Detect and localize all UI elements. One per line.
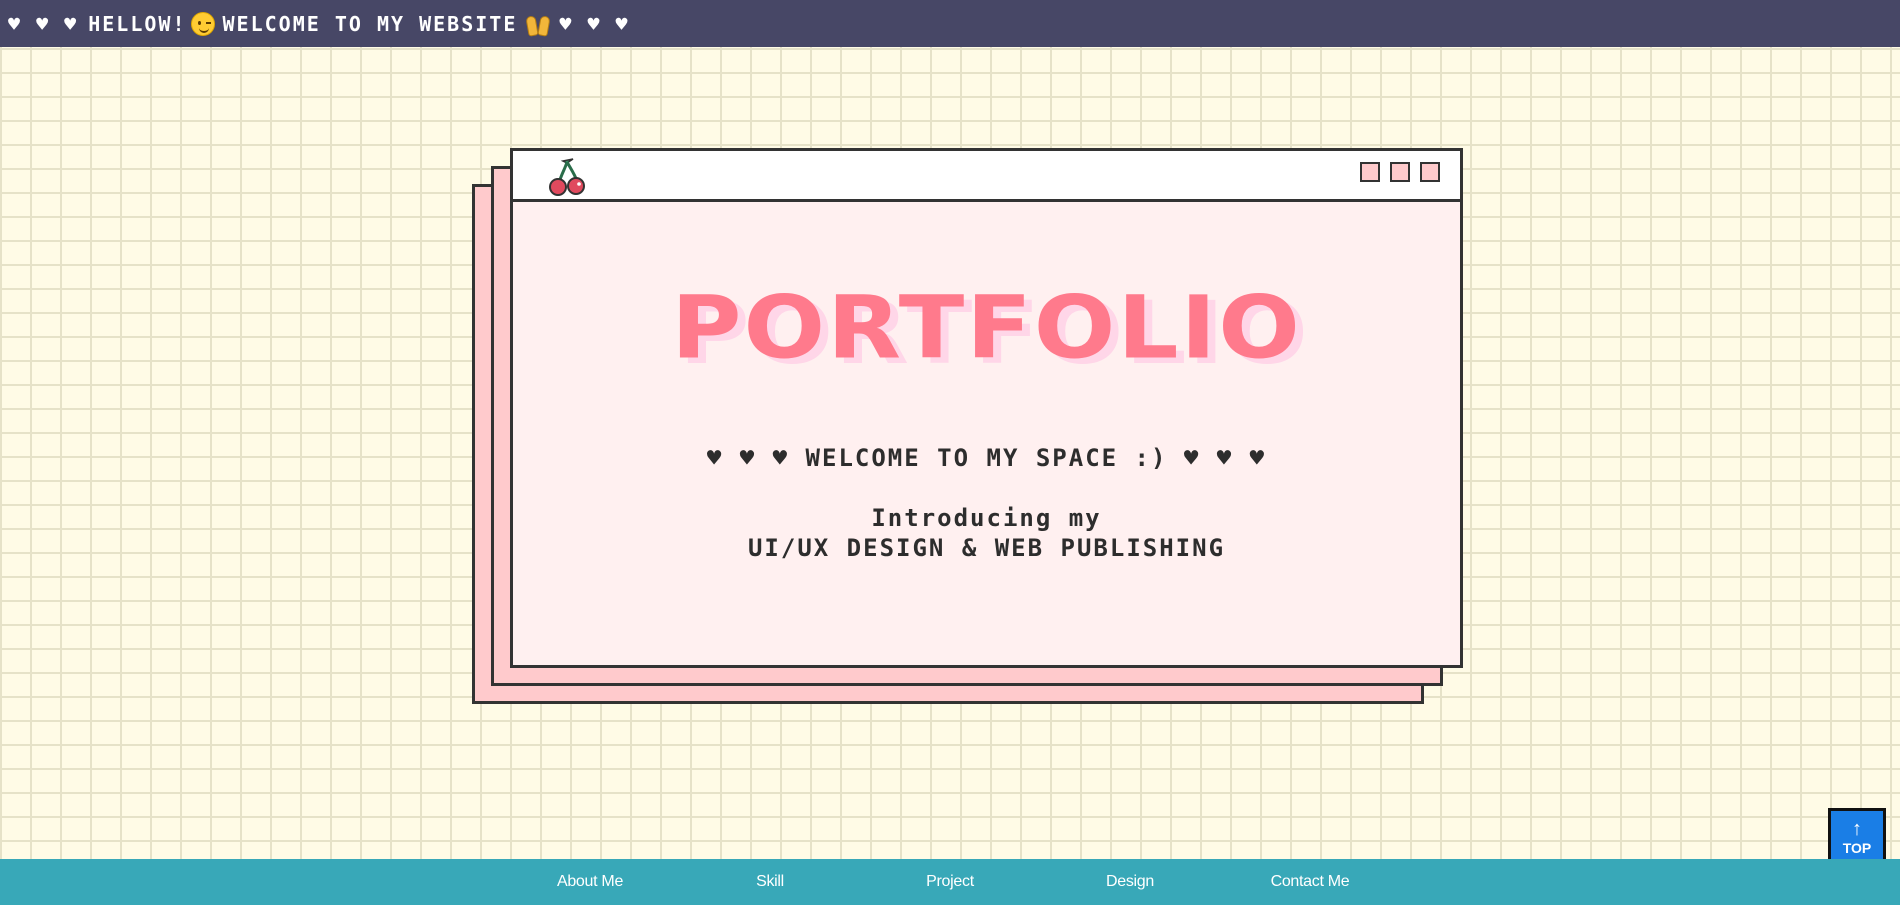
window-controls — [1360, 162, 1440, 182]
nav-item-design[interactable]: Design — [1040, 873, 1220, 891]
nav-item-contact-me[interactable]: Contact Me — [1220, 873, 1400, 891]
welcome-text: WELCOME TO MY WEBSITE — [222, 11, 518, 36]
greeting-text: HELLOW! — [88, 11, 187, 36]
maximize-button[interactable] — [1390, 162, 1410, 182]
nav-item-about-me[interactable]: About Me — [500, 873, 680, 891]
close-button[interactable] — [1420, 162, 1440, 182]
winking-face-icon — [190, 11, 215, 36]
raising-hands-icon — [525, 12, 552, 37]
nav-item-project[interactable]: Project — [860, 873, 1040, 891]
top-marquee-bar: ♥ ♥ ♥ HELLOW! WELCOME TO MY WEBSITE ♥ ♥ … — [0, 0, 1900, 47]
welcome-message: ♥ ♥ ♥ WELCOME TO MY SPACE :) ♥ ♥ ♥ — [706, 444, 1267, 472]
minimize-button[interactable] — [1360, 162, 1380, 182]
portfolio-window: PORTFOLIO ♥ ♥ ♥ WELCOME TO MY SPACE :) ♥… — [510, 148, 1463, 668]
cherry-icon — [549, 158, 585, 196]
scroll-top-label: TOP — [1842, 840, 1872, 856]
nav-item-skill[interactable]: Skill — [680, 873, 860, 891]
bottom-nav: About Me Skill Project Design Contact Me — [0, 859, 1900, 905]
arrow-up-icon: ↑ — [1852, 818, 1862, 840]
hearts-left: ♥ ♥ ♥ — [8, 11, 79, 36]
intro-line-1: Introducing my — [871, 504, 1102, 532]
portfolio-title: PORTFOLIO — [671, 277, 1302, 379]
scroll-top-button[interactable]: ↑ TOP — [1828, 808, 1886, 866]
intro-line-2: UI/UX DESIGN & WEB PUBLISHING — [747, 534, 1226, 562]
window-titlebar — [513, 151, 1460, 202]
window-body: PORTFOLIO ♥ ♥ ♥ WELCOME TO MY SPACE :) ♥… — [513, 202, 1460, 668]
hearts-right: ♥ ♥ ♥ — [559, 11, 630, 36]
